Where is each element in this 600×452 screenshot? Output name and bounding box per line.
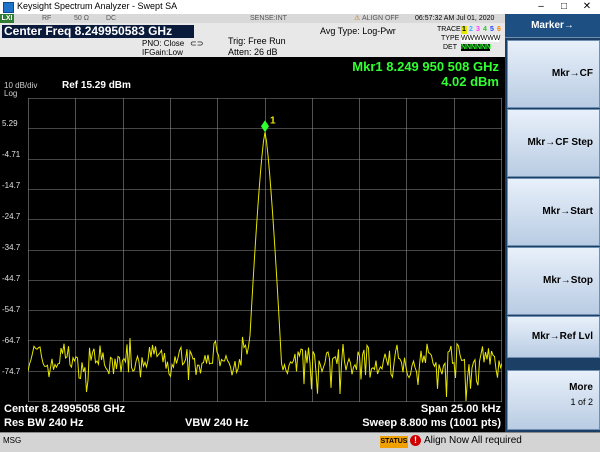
rbw-readout: Res BW 240 Hz	[4, 417, 84, 429]
center-freq-field[interactable]: Center Freq 8.249950583 GHz	[2, 25, 194, 38]
trace-1-line	[28, 132, 502, 402]
close-button[interactable]: ✕	[576, 0, 598, 13]
ifgain-setting: IFGain:Low	[142, 48, 183, 57]
app-icon	[3, 2, 14, 13]
status-row: LXI RF 50 Ω DC SENSE:INT ⚠ ALIGN OFF 06:…	[0, 14, 505, 23]
marker-diamond[interactable]	[261, 120, 269, 133]
msg-label: MSG	[3, 436, 22, 445]
settings-panel: Center Freq 8.249950583 GHz PNO: Close ⊂…	[0, 23, 505, 57]
mkr-to-start-button[interactable]: Mkr→Start	[507, 178, 600, 246]
softkey-label: Mkr→Ref Lvl	[531, 331, 593, 342]
y-tick-label: -14.7	[2, 181, 21, 190]
trace-3: 3	[476, 26, 480, 33]
page-indicator: 1 of 2	[570, 397, 593, 407]
trace-4: 4	[483, 26, 487, 33]
impedance-indicator: 50 Ω	[74, 15, 89, 22]
softkey-label: Mkr→Stop	[543, 275, 593, 286]
mkr-to-stop-button[interactable]: Mkr→Stop	[507, 247, 600, 315]
y-tick-label: -24.7	[2, 212, 21, 221]
lxi-indicator: LXI	[0, 14, 14, 23]
toggle-icon: ⊂⊃	[190, 39, 204, 48]
y-tick-label: -74.7	[2, 367, 21, 376]
softkey-label: Mkr→CF Step	[527, 137, 593, 148]
softkey-menu-title: Marker→	[505, 14, 600, 38]
bottom-info: Center 8.24995058 GHz Res BW 240 Hz VBW …	[0, 402, 505, 432]
minimize-button[interactable]: –	[530, 0, 552, 13]
trace-6: 6	[497, 26, 501, 33]
y-tick-label: -44.7	[2, 274, 21, 283]
trace-label: TRACE	[437, 26, 461, 33]
scale-type: Log	[4, 89, 18, 98]
spectrum-display[interactable]: 1	[28, 98, 502, 402]
align-indicator: ALIGN OFF	[362, 15, 399, 22]
mkr-to-cf-step-button[interactable]: Mkr→CF Step	[507, 109, 600, 177]
trace-2: 2	[469, 26, 473, 33]
y-tick-label: 5.29	[2, 119, 18, 128]
more-button[interactable]: More 1 of 2	[507, 370, 600, 430]
softkey-label: Mkr→CF	[551, 68, 593, 79]
align-warning-icon: ⚠	[354, 15, 361, 22]
vbw-readout: VBW 240 Hz	[185, 417, 249, 429]
rf-indicator: RF	[42, 15, 52, 22]
y-tick-label: -34.7	[2, 243, 21, 252]
trace-status-box: TRACE 1 2 3 4 5 6 TYPE W W W W W W DET N…	[437, 26, 505, 55]
marker-frequency: Mkr1 8.249 950 508 GHz	[352, 59, 499, 74]
center-readout: Center 8.24995058 GHz	[4, 403, 126, 415]
mkr-to-cf-button[interactable]: Mkr→CF	[507, 40, 600, 108]
title-bar: Keysight Spectrum Analyzer - Swept SA – …	[0, 0, 600, 15]
more-label: More	[569, 382, 593, 393]
type-label: TYPE	[441, 35, 460, 42]
marker-readout: Mkr1 8.249 950 508 GHz 4.02 dBm 10 dB/di…	[0, 57, 505, 99]
ref-level: Ref 15.29 dBm	[62, 80, 131, 91]
datetime: 06:57:32 AM Jul 01, 2020	[415, 15, 495, 22]
y-tick-label: -64.7	[2, 336, 21, 345]
det-label: DET	[443, 44, 457, 51]
coupling-indicator: DC	[106, 15, 117, 22]
y-tick-label: -4.71	[2, 150, 21, 159]
type-row: W W W W W W	[461, 35, 500, 42]
span-readout: Span 25.00 kHz	[420, 403, 501, 415]
trace-1: 1	[461, 26, 467, 34]
alert-message: Align Now All required	[424, 435, 522, 446]
maximize-button[interactable]: □	[553, 0, 575, 13]
sweep-readout: Sweep 8.800 ms (1001 pts)	[362, 417, 501, 429]
y-tick-label: -54.7	[2, 305, 21, 314]
alert-icon: !	[410, 435, 421, 446]
marker-level: 4.02 dBm	[441, 74, 499, 89]
trigger-setting: Trig: Free Run	[228, 36, 286, 46]
softkey-label: Mkr→Start	[542, 206, 593, 217]
atten-setting: Atten: 26 dB	[228, 47, 278, 57]
sense-indicator: SENSE:INT	[250, 15, 287, 22]
marker-number-label: 1	[270, 115, 276, 126]
avg-type-setting: Avg Type: Log-Pwr	[320, 26, 396, 36]
trace-5: 5	[490, 26, 494, 33]
softkey-panel: Marker→ Mkr→CF Mkr→CF Step Mkr→Start Mkr…	[505, 14, 600, 432]
det-row: N N N N N N	[461, 44, 491, 51]
status-badge[interactable]: STATUS	[380, 436, 408, 448]
message-bar: MSG STATUS ! Align Now All required	[0, 432, 600, 452]
pno-setting: PNO: Close	[142, 39, 185, 48]
window-title: Keysight Spectrum Analyzer - Swept SA	[17, 1, 178, 11]
mkr-to-ref-lvl-button[interactable]: Mkr→Ref Lvl	[507, 316, 600, 358]
